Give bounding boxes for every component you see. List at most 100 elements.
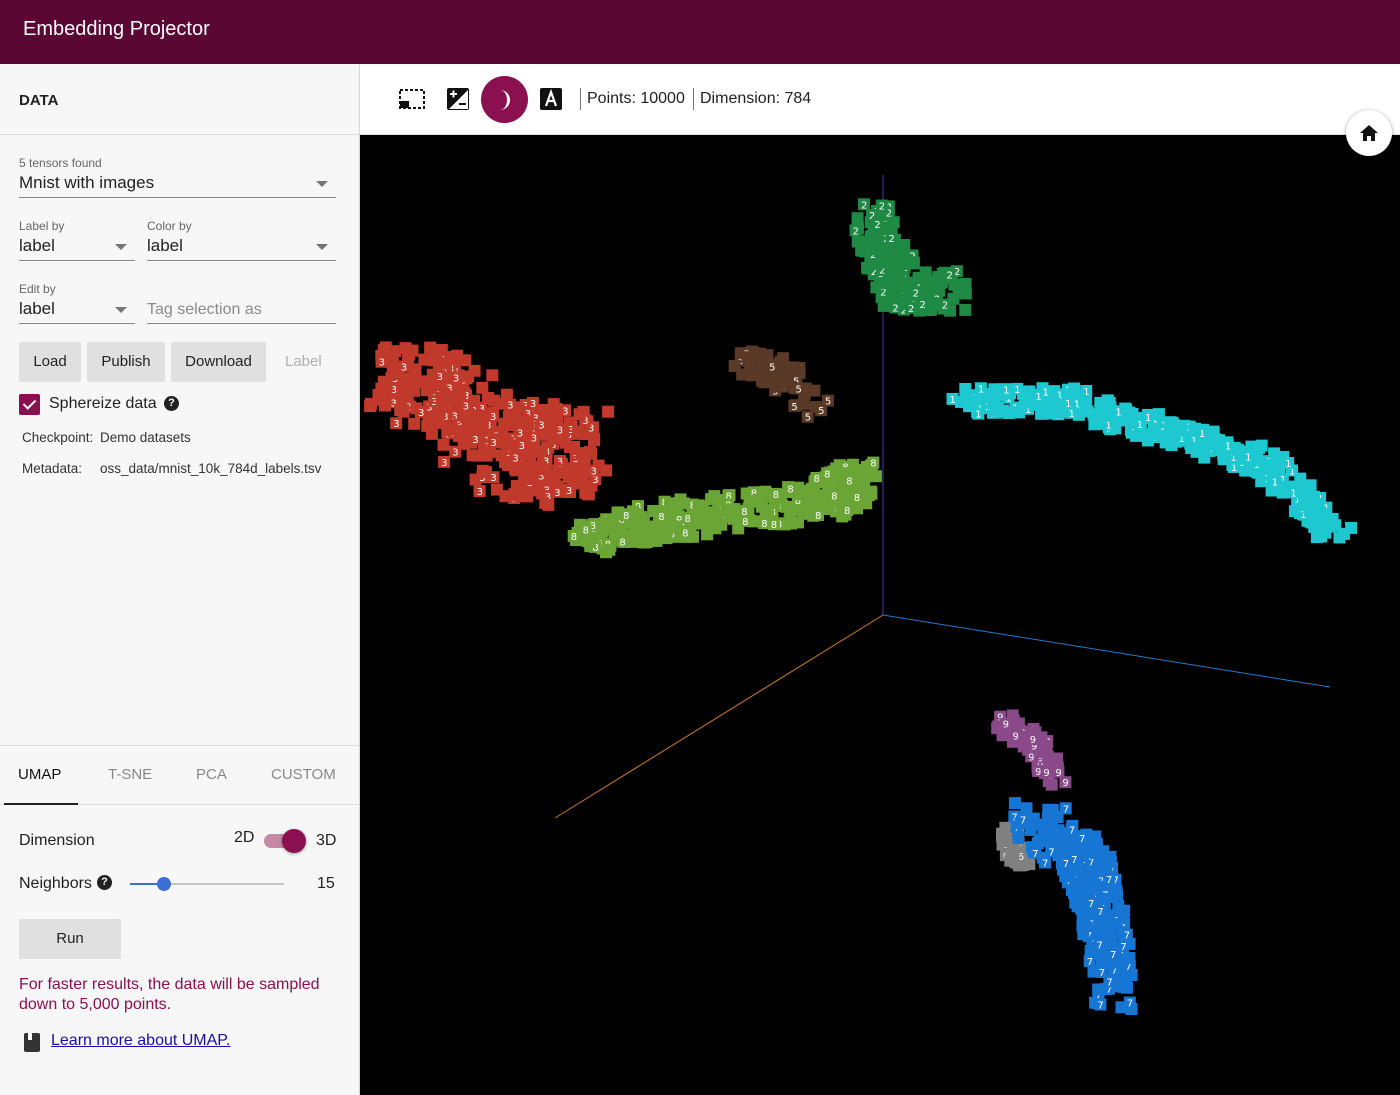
embedding-point[interactable] bbox=[522, 415, 534, 428]
embedding-point[interactable] bbox=[1045, 778, 1058, 791]
embedding-point[interactable] bbox=[1141, 434, 1154, 447]
embedding-point[interactable] bbox=[780, 500, 793, 513]
embedding-point[interactable] bbox=[1104, 401, 1117, 414]
neighbors-slider-handle[interactable] bbox=[157, 877, 171, 891]
label-button[interactable]: Label bbox=[285, 353, 322, 370]
embedding-point[interactable] bbox=[1008, 797, 1021, 810]
embedding-point[interactable] bbox=[785, 517, 798, 530]
embedding-point[interactable] bbox=[1013, 406, 1026, 419]
embedding-point[interactable] bbox=[1066, 884, 1078, 896]
embedding-point[interactable] bbox=[1096, 893, 1108, 906]
embedding-point[interactable] bbox=[1123, 952, 1136, 964]
tensor-select[interactable]: Mnist with images bbox=[19, 171, 336, 198]
embedding-point[interactable] bbox=[664, 497, 677, 510]
embedding-point[interactable] bbox=[1163, 429, 1176, 442]
embedding-point[interactable] bbox=[603, 543, 616, 556]
embedding-point[interactable] bbox=[630, 508, 643, 521]
embedding-point[interactable] bbox=[1166, 416, 1179, 429]
embedding-point[interactable] bbox=[855, 244, 868, 257]
embedding-point[interactable] bbox=[1090, 880, 1103, 893]
label-a-icon[interactable] bbox=[539, 87, 563, 111]
embedding-point[interactable] bbox=[575, 448, 588, 461]
embedding-point[interactable] bbox=[1012, 717, 1025, 730]
embedding-point[interactable] bbox=[1115, 1001, 1128, 1014]
embedding-point[interactable] bbox=[443, 422, 456, 435]
scatter-plot-viewport[interactable]: 3333333333333333333333333333333333333333… bbox=[360, 135, 1400, 1095]
embedding-point[interactable] bbox=[915, 272, 928, 285]
embedding-point[interactable] bbox=[516, 490, 529, 503]
embedding-point[interactable] bbox=[810, 489, 822, 502]
edit-by-select[interactable]: label bbox=[19, 297, 135, 324]
embedding-point[interactable] bbox=[892, 264, 905, 277]
learn-more-link[interactable]: Learn more about UMAP. bbox=[51, 1032, 230, 1050]
embedding-point[interactable] bbox=[470, 449, 483, 462]
embedding-point[interactable] bbox=[1130, 429, 1143, 442]
embedding-point[interactable] bbox=[437, 438, 450, 451]
embedding-point[interactable] bbox=[377, 344, 390, 357]
embedding-point[interactable] bbox=[486, 369, 499, 382]
embedding-point[interactable] bbox=[573, 408, 586, 421]
embedding-point[interactable] bbox=[389, 368, 402, 381]
embedding-point[interactable] bbox=[1090, 847, 1103, 859]
embedding-point[interactable] bbox=[409, 364, 422, 377]
embedding-point[interactable] bbox=[579, 466, 592, 479]
embedding-point[interactable] bbox=[1053, 833, 1066, 846]
embedding-point[interactable] bbox=[879, 256, 892, 269]
color-by-select[interactable]: label bbox=[147, 234, 336, 261]
embedding-point[interactable] bbox=[932, 271, 945, 284]
tag-selection-input[interactable] bbox=[147, 297, 336, 324]
embedding-point[interactable] bbox=[394, 404, 407, 416]
embedding-point[interactable] bbox=[1147, 423, 1160, 436]
embedding-point[interactable] bbox=[1020, 802, 1033, 815]
night-mode-button[interactable] bbox=[481, 76, 528, 123]
embedding-point[interactable] bbox=[877, 299, 890, 312]
embedding-point[interactable] bbox=[462, 370, 475, 383]
embedding-point[interactable] bbox=[808, 384, 821, 397]
embedding-point[interactable] bbox=[472, 419, 485, 432]
embedding-point[interactable] bbox=[1117, 911, 1130, 924]
embedding-point[interactable] bbox=[1329, 519, 1342, 532]
embedding-point[interactable] bbox=[850, 464, 863, 476]
embedding-point[interactable] bbox=[692, 499, 705, 512]
embedding-point[interactable] bbox=[523, 471, 536, 484]
embedding-point[interactable] bbox=[459, 410, 472, 423]
select-box-icon[interactable] bbox=[398, 87, 426, 111]
scatter-plot-canvas[interactable]: 3333333333333 33333333333333 3333333333333… bbox=[360, 135, 1400, 1095]
embedding-point[interactable] bbox=[542, 498, 555, 511]
embedding-point[interactable] bbox=[1051, 752, 1064, 765]
tab-pca[interactable]: PCA bbox=[196, 766, 227, 783]
embedding-point[interactable] bbox=[851, 212, 864, 225]
embedding-point[interactable] bbox=[1077, 880, 1090, 892]
embedding-point[interactable] bbox=[1077, 928, 1090, 941]
embedding-point[interactable] bbox=[660, 532, 673, 545]
tab-umap[interactable]: UMAP bbox=[18, 766, 61, 783]
embedding-point[interactable] bbox=[600, 520, 613, 533]
embedding-point[interactable] bbox=[588, 432, 601, 445]
sphereize-checkbox[interactable] bbox=[19, 394, 40, 415]
embedding-point[interactable] bbox=[1052, 403, 1064, 416]
embedding-point[interactable] bbox=[964, 395, 977, 408]
embedding-point[interactable] bbox=[1255, 439, 1268, 452]
embedding-point[interactable] bbox=[822, 503, 835, 516]
embedding-point[interactable] bbox=[579, 486, 592, 499]
embedding-point[interactable] bbox=[888, 245, 900, 258]
tab-tsne[interactable]: T-SNE bbox=[108, 766, 152, 783]
contrast-icon[interactable] bbox=[446, 87, 470, 111]
embedding-point[interactable] bbox=[761, 505, 774, 518]
embedding-point[interactable] bbox=[488, 394, 501, 407]
dimension-toggle-knob[interactable] bbox=[282, 829, 306, 853]
embedding-point[interactable] bbox=[1152, 408, 1165, 421]
embedding-point[interactable] bbox=[424, 341, 437, 354]
embedding-point[interactable] bbox=[874, 277, 886, 290]
embedding-point[interactable] bbox=[1112, 978, 1125, 991]
embedding-point[interactable] bbox=[744, 366, 757, 379]
label-by-select[interactable]: label bbox=[19, 234, 135, 261]
embedding-point[interactable] bbox=[901, 278, 914, 291]
embedding-point[interactable] bbox=[1277, 480, 1290, 493]
embedding-point[interactable] bbox=[1310, 531, 1323, 544]
embedding-point[interactable] bbox=[379, 399, 391, 412]
embedding-point[interactable] bbox=[851, 502, 863, 515]
embedding-point[interactable] bbox=[1035, 407, 1048, 420]
embedding-point[interactable] bbox=[771, 371, 784, 384]
embedding-point[interactable] bbox=[1033, 834, 1046, 847]
